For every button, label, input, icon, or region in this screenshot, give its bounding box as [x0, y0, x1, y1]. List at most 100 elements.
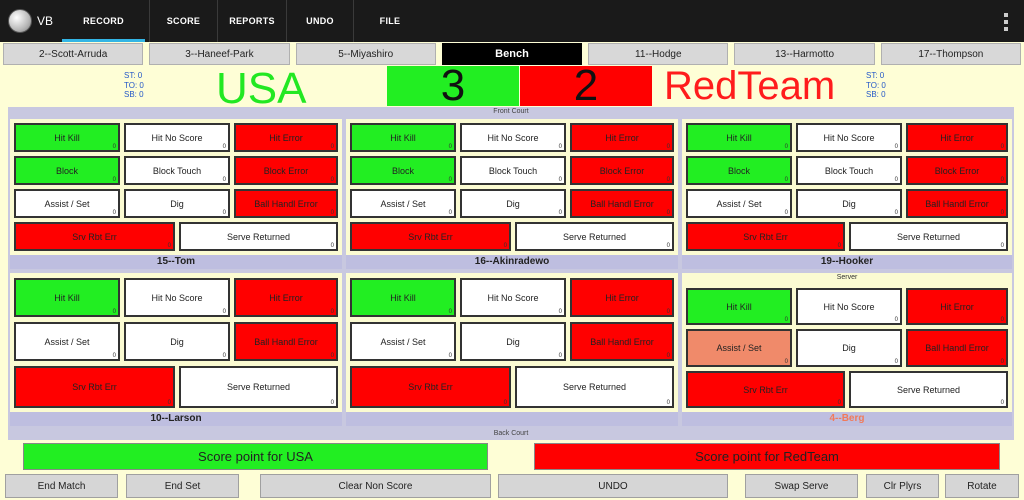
block-error-button[interactable]: Block Error 0 [234, 156, 338, 185]
srv-rbt-err-button[interactable]: Srv Rbt Err 0 [350, 366, 511, 408]
ball-handl-error-button[interactable]: Ball Handl Error 0 [570, 322, 674, 361]
assist-set-button[interactable]: Assist / Set 0 [14, 322, 120, 361]
serve-returned-button[interactable]: Serve Returned 0 [515, 222, 674, 251]
home-score[interactable]: 3 [387, 61, 519, 110]
serve-returned-button[interactable]: Serve Returned 0 [179, 222, 338, 251]
hit-kill-button[interactable]: Hit Kill 0 [14, 123, 120, 152]
hit-no-score-button[interactable]: Hit No Score 0 [124, 123, 230, 152]
hit-no-score-button[interactable]: Hit No Score 0 [460, 278, 566, 317]
end-match-button[interactable]: End Match [5, 474, 118, 498]
srv-rbt-err-button[interactable]: Srv Rbt Err 0 [350, 222, 511, 251]
ball-handl-error-button[interactable]: Ball Handl Error 0 [906, 329, 1008, 367]
hit-kill-button[interactable]: Hit Kill 0 [350, 123, 456, 152]
player-tab[interactable]: 5--Miyashiro [295, 43, 436, 65]
player-panel-back-middle: Hit Kill 0 Hit No Score 0 Hit Error 0 Assis… [346, 273, 678, 426]
srv-rbt-err-button[interactable]: Srv Rbt Err 0 [14, 222, 175, 251]
player-name: 10--Larson [10, 412, 342, 426]
player-tab[interactable]: 11--Hodge [588, 43, 729, 65]
end-set-button[interactable]: End Set [126, 474, 239, 498]
dig-button[interactable]: Dig 0 [124, 322, 230, 361]
block-error-button[interactable]: Block Error 0 [570, 156, 674, 185]
menu-file[interactable]: FILE [354, 0, 426, 42]
dig-button[interactable]: Dig 0 [124, 189, 230, 218]
assist-set-button[interactable]: Assist / Set 0 [350, 322, 456, 361]
front-court-label: Front Court [493, 108, 529, 115]
volleyball-icon [8, 9, 32, 33]
bottom-toolbar: End Match End Set Clear Non Score UNDO S… [0, 474, 1024, 500]
player-panel-19-hooker: Hit Kill 0 Hit No Score 0 Hit Error 0 Block… [682, 119, 1012, 269]
score-point-home-button[interactable]: Score point for USA [23, 443, 488, 470]
hit-no-score-button[interactable]: Hit No Score 0 [796, 288, 902, 325]
block-button[interactable]: Block 0 [350, 156, 456, 185]
assist-set-button[interactable]: Assist / Set 0 [686, 189, 792, 218]
away-stats: ST: 0 TO: 0 SB: 0 [866, 71, 886, 100]
hit-no-score-button[interactable]: Hit No Score 0 [124, 278, 230, 317]
hit-error-button[interactable]: Hit Error 0 [906, 123, 1008, 152]
block-button[interactable]: Block 0 [14, 156, 120, 185]
dig-button[interactable]: Dig 0 [796, 329, 902, 367]
dig-button[interactable]: Dig 0 [460, 322, 566, 361]
block-touch-button[interactable]: Block Touch 0 [124, 156, 230, 185]
ball-handl-error-button[interactable]: Ball Handl Error 0 [234, 322, 338, 361]
hit-no-score-button[interactable]: Hit No Score 0 [460, 123, 566, 152]
overflow-menu-icon[interactable] [1004, 13, 1008, 31]
assist-set-button[interactable]: Assist / Set 0 [686, 329, 792, 367]
player-name: 4--Berg [682, 412, 1012, 426]
hit-no-score-button[interactable]: Hit No Score 0 [796, 123, 902, 152]
hit-kill-button[interactable]: Hit Kill 0 [14, 278, 120, 317]
player-panel-16-akinradewo: Hit Kill 0 Hit No Score 0 Hit Error 0 Block… [346, 119, 678, 269]
menu-reports[interactable]: REPORTS [218, 0, 287, 42]
block-button[interactable]: Block 0 [686, 156, 792, 185]
player-tab[interactable]: 17--Thompson [880, 43, 1021, 65]
assist-set-button[interactable]: Assist / Set 0 [14, 189, 120, 218]
ball-handl-error-button[interactable]: Ball Handl Error 0 [234, 189, 338, 218]
serve-returned-button[interactable]: Serve Returned 0 [179, 366, 338, 408]
undo-button[interactable]: UNDO [498, 474, 728, 498]
dig-button[interactable]: Dig 0 [460, 189, 566, 218]
block-error-button[interactable]: Block Error 0 [906, 156, 1008, 185]
dig-button[interactable]: Dig 0 [796, 189, 902, 218]
player-tab[interactable]: 13--Harmotto [734, 43, 875, 65]
rotate-button[interactable]: Rotate [945, 474, 1019, 498]
hit-error-button[interactable]: Hit Error 0 [906, 288, 1008, 325]
back-court-label: Back Court [493, 430, 529, 437]
server-label: Server [836, 274, 858, 281]
ball-handl-error-button[interactable]: Ball Handl Error 0 [570, 189, 674, 218]
hit-kill-button[interactable]: Hit Kill 0 [686, 123, 792, 152]
swap-serve-button[interactable]: Swap Serve [745, 474, 858, 498]
menu-score[interactable]: SCORE [150, 0, 218, 42]
srv-rbt-err-button[interactable]: Srv Rbt Err 0 [14, 366, 175, 408]
menu-record[interactable]: RECORD [58, 0, 150, 42]
away-team-name: RedTeam [664, 64, 836, 108]
app-logo[interactable]: VB [0, 0, 58, 42]
away-score[interactable]: 2 [520, 61, 652, 110]
score-point-away-button[interactable]: Score point for RedTeam [534, 443, 1000, 470]
hit-error-button[interactable]: Hit Error 0 [570, 123, 674, 152]
serve-returned-button[interactable]: Serve Returned 0 [849, 371, 1008, 408]
clear-non-score-button[interactable]: Clear Non Score [260, 474, 491, 498]
clr-plyrs-button[interactable]: Clr Plyrs [866, 474, 939, 498]
hit-kill-button[interactable]: Hit Kill 0 [686, 288, 792, 325]
hit-error-button[interactable]: Hit Error 0 [570, 278, 674, 317]
player-tab[interactable]: 3--Haneef-Park [149, 43, 290, 65]
menu-undo[interactable]: UNDO [287, 0, 354, 42]
ball-handl-error-button[interactable]: Ball Handl Error 0 [906, 189, 1008, 218]
home-stat-sb: SB: 0 [124, 90, 144, 99]
block-touch-button[interactable]: Block Touch 0 [460, 156, 566, 185]
player-name: 15--Tom [10, 255, 342, 269]
player-panel-4-berg: Server Hit Kill 0 Hit No Score 0 Hit Error… [682, 273, 1012, 426]
hit-error-button[interactable]: Hit Error 0 [234, 278, 338, 317]
srv-rbt-err-button[interactable]: Srv Rbt Err 0 [686, 222, 845, 251]
home-stat-to: TO: 0 [124, 80, 144, 90]
player-name: 16--Akinradewo [346, 255, 678, 269]
serve-returned-button[interactable]: Serve Returned 0 [515, 366, 674, 408]
assist-set-button[interactable]: Assist / Set 0 [350, 189, 456, 218]
block-touch-button[interactable]: Block Touch 0 [796, 156, 902, 185]
hit-error-button[interactable]: Hit Error 0 [234, 123, 338, 152]
srv-rbt-err-button[interactable]: Srv Rbt Err 0 [686, 371, 845, 408]
away-stat-sb: SB: 0 [866, 90, 886, 99]
serve-returned-button[interactable]: Serve Returned 0 [849, 222, 1008, 251]
main-menu: RECORD SCORE REPORTS UNDO FILE [58, 0, 426, 42]
hit-kill-button[interactable]: Hit Kill 0 [350, 278, 456, 317]
player-tab[interactable]: 2--Scott-Arruda [3, 43, 144, 65]
